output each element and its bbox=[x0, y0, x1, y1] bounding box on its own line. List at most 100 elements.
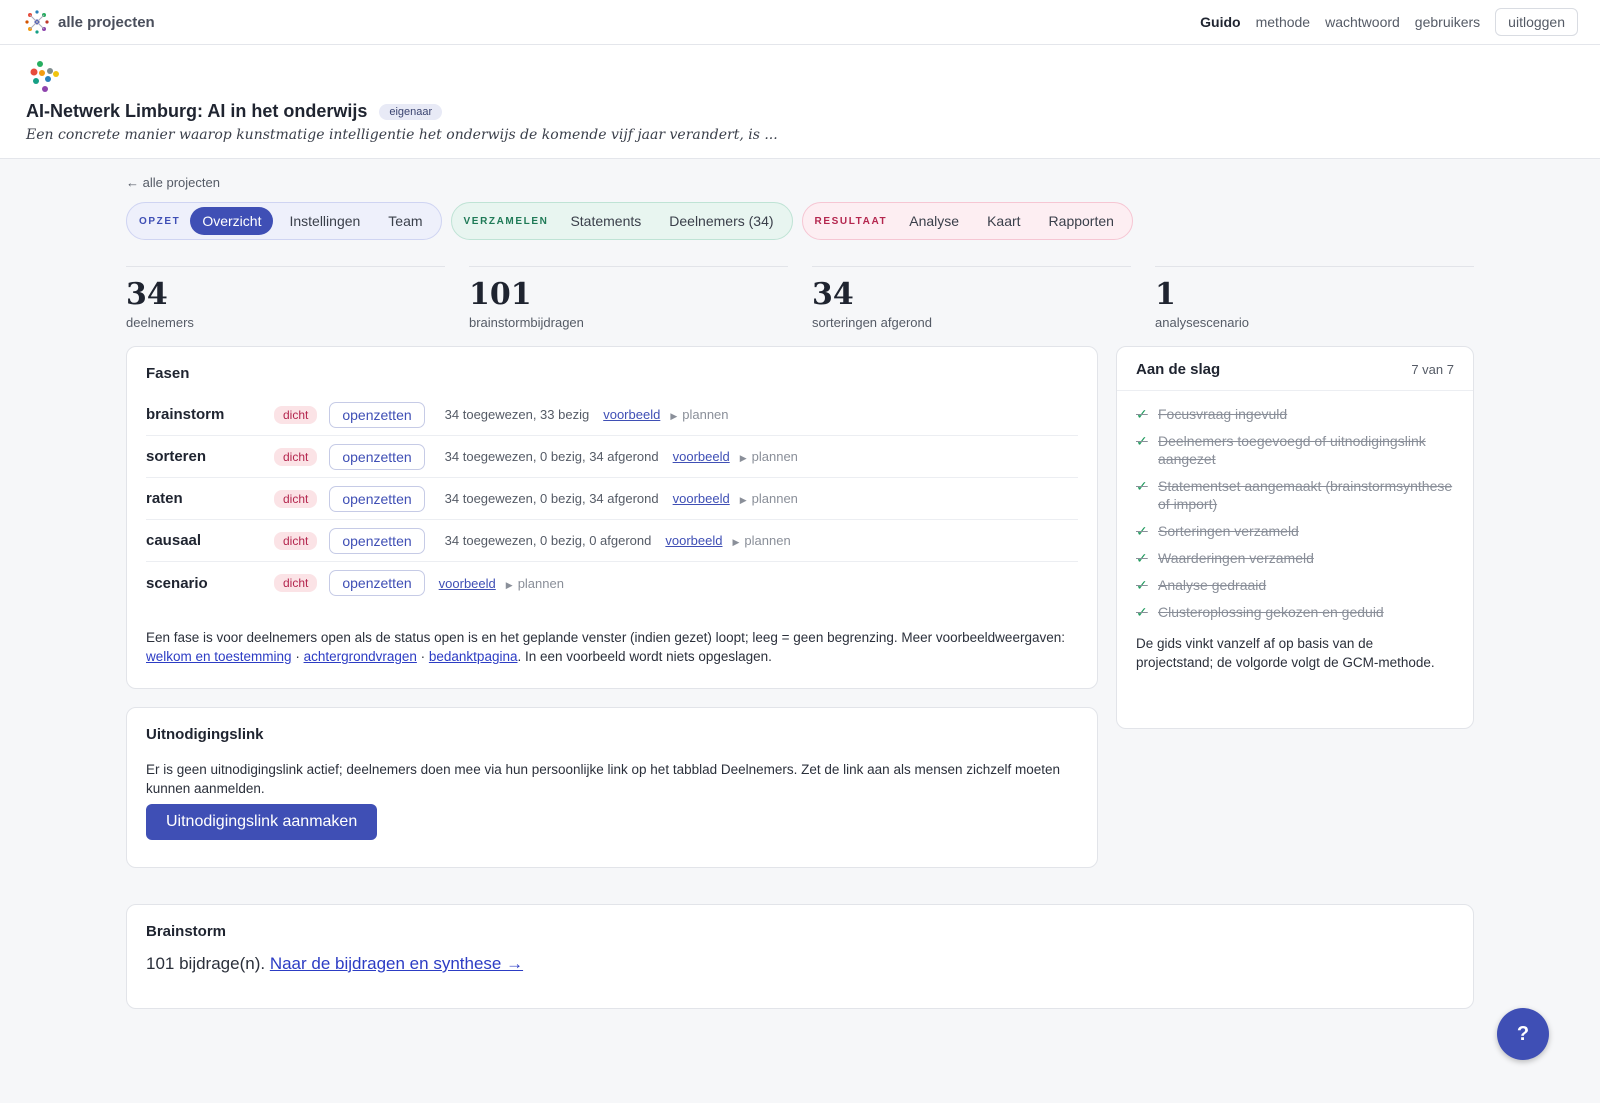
logout-button[interactable]: uitloggen bbox=[1495, 8, 1578, 36]
preview-link[interactable]: voorbeeld bbox=[603, 407, 660, 422]
note-text: . In een voorbeeld wordt niets opgeslage… bbox=[517, 649, 772, 664]
checklist-item-label: Analyse gedraaid bbox=[1158, 577, 1267, 593]
checklist-item: ✓ Deelnemers toegevoegd of uitnodigingsli… bbox=[1136, 432, 1454, 468]
phase-status: 34 toegewezen, 0 bezig, 34 afgerond bbox=[444, 449, 659, 464]
status-badge: dicht bbox=[274, 574, 318, 592]
check-icon: ✓ bbox=[1136, 604, 1148, 620]
plan-toggle[interactable]: ▶ plannen bbox=[740, 491, 798, 506]
triangle-right-icon: ▶ bbox=[739, 453, 747, 463]
tab-analyse[interactable]: Analyse bbox=[897, 207, 971, 235]
checklist-item-label: Statementset aangemaakt (brainstormsynth… bbox=[1158, 478, 1453, 512]
aan-de-slag-card: Aan de slag 7 van 7 ✓ Focusvraag ingevuld… bbox=[1116, 346, 1474, 729]
plan-label: plannen bbox=[751, 491, 798, 506]
checklist-item-label: Focusvraag ingevuld bbox=[1158, 406, 1288, 422]
status-badge: dicht bbox=[274, 531, 318, 550]
stat-label: analysescenario bbox=[1155, 315, 1249, 330]
check-icon: ✓ bbox=[1136, 478, 1148, 494]
nav-gebruikers[interactable]: gebruikers bbox=[1415, 14, 1480, 30]
brainstorm-count: 101 bijdrage(n). bbox=[146, 954, 266, 973]
tab-rapporten[interactable]: Rapporten bbox=[1037, 207, 1126, 235]
checklist-item: ✓ Clusteroplossing gekozen en geduid bbox=[1136, 603, 1454, 621]
open-phase-button[interactable]: openzetten bbox=[329, 527, 425, 554]
stat-value: 1 bbox=[1155, 277, 1176, 312]
note-text: Een fase is voor deelnemers open als de … bbox=[146, 630, 1065, 645]
top-nav: Guido methode wachtwoord gebruikers uitl… bbox=[1200, 8, 1578, 36]
tab-overzicht[interactable]: Overzicht bbox=[190, 207, 274, 235]
check-icon: ✓ bbox=[1136, 577, 1148, 593]
help-button[interactable]: ? bbox=[1497, 1008, 1549, 1060]
check-icon: ✓ bbox=[1136, 523, 1148, 539]
preview-link[interactable]: voorbeeld bbox=[673, 449, 730, 464]
phase-status: 34 toegewezen, 33 bezig bbox=[444, 407, 590, 422]
nav-user[interactable]: Guido bbox=[1200, 14, 1240, 30]
checklist-item-label: Deelnemers toegevoegd of uitnodigingslin… bbox=[1158, 433, 1426, 467]
nav-wachtwoord[interactable]: wachtwoord bbox=[1325, 14, 1400, 30]
open-phase-button[interactable]: openzetten bbox=[329, 401, 425, 428]
link-welkom[interactable]: welkom en toestemming bbox=[146, 649, 292, 664]
stat-label: deelnemers bbox=[126, 315, 194, 330]
phase-name: brainstorm bbox=[146, 406, 225, 423]
stat-sorteringen: 34 sorteringen afgerond bbox=[812, 266, 1131, 330]
triangle-right-icon: ▶ bbox=[670, 411, 678, 421]
plan-toggle[interactable]: ▶ plannen bbox=[670, 407, 728, 422]
phase-status: 34 toegewezen, 0 bezig, 34 afgerond bbox=[444, 491, 659, 506]
phase-name: causaal bbox=[146, 532, 202, 549]
plan-toggle[interactable]: ▶ plannen bbox=[740, 449, 798, 464]
stat-value: 34 bbox=[126, 277, 168, 312]
uitnodiging-card: Uitnodigingslink Er is geen uitnodigings… bbox=[126, 707, 1098, 868]
tab-deelnemers[interactable]: Deelnemers (34) bbox=[657, 207, 785, 235]
status-badge: dicht bbox=[274, 405, 318, 424]
progress-count: 7 van 7 bbox=[1411, 362, 1454, 377]
back-link[interactable]: ← alle projecten bbox=[126, 175, 220, 190]
aan-de-slag-header: Aan de slag 7 van 7 bbox=[1117, 347, 1473, 391]
checklist-item-label: Sorteringen verzameld bbox=[1158, 523, 1299, 539]
brainstorm-link[interactable]: Naar de bijdragen en synthese → bbox=[270, 954, 523, 973]
preview-link[interactable]: voorbeeld bbox=[673, 491, 730, 506]
phase-name: scenario bbox=[146, 574, 208, 592]
main-content: ← alle projecten OPZET Overzicht Instell… bbox=[126, 159, 1474, 1009]
fasen-card: Fasen brainstorm dicht openzetten 34 toe… bbox=[126, 346, 1098, 689]
preview-link[interactable]: voorbeeld bbox=[439, 576, 496, 591]
tab-instellingen[interactable]: Instellingen bbox=[277, 207, 372, 235]
phase-row-raten: raten dicht openzetten 34 toegewezen, 0 … bbox=[146, 478, 1078, 520]
tab-team[interactable]: Team bbox=[376, 207, 434, 235]
status-badge: dicht bbox=[274, 489, 318, 508]
plan-label: plannen bbox=[751, 449, 798, 464]
nav-methode[interactable]: methode bbox=[1256, 14, 1310, 30]
tab-kaart[interactable]: Kaart bbox=[975, 207, 1032, 235]
plan-label: plannen bbox=[517, 575, 564, 591]
phase-name: sorteren bbox=[146, 448, 207, 465]
brainstorm-summary: 101 bijdrage(n). Naar de bijdragen en sy… bbox=[146, 954, 1454, 974]
fasen-note: Een fase is voor deelnemers open als de … bbox=[146, 628, 1078, 666]
link-bedanktpagina[interactable]: bedanktpagina bbox=[429, 649, 518, 664]
tabgroup-label: OPZET bbox=[139, 215, 181, 227]
stat-analysescenario: 1 analysescenario bbox=[1155, 266, 1474, 330]
open-phase-button[interactable]: openzetten bbox=[329, 570, 425, 596]
preview-link[interactable]: voorbeeld bbox=[665, 533, 722, 548]
aan-de-slag-title: Aan de slag bbox=[1136, 361, 1221, 378]
open-phase-button[interactable]: openzetten bbox=[329, 443, 425, 470]
tabgroup-resultaat: RESULTAAT Analyse Kaart Rapporten bbox=[801, 202, 1133, 240]
brand-link[interactable]: alle projecten bbox=[24, 9, 155, 35]
project-header: AI-Netwerk Limburg: AI in het onderwijs … bbox=[0, 45, 1600, 159]
open-phase-button[interactable]: openzetten bbox=[329, 485, 425, 512]
focus-question: Een concrete manier waarop kunstmatige i… bbox=[26, 127, 778, 143]
plan-toggle[interactable]: ▶ plannen bbox=[506, 576, 564, 591]
tabgroup-verzamelen: VERZAMELEN Statements Deelnemers (34) bbox=[450, 202, 793, 240]
stats-row: 34 deelnemers 101 brainstormbijdragen 34… bbox=[126, 266, 1474, 330]
tabgroup-opzet: OPZET Overzicht Instellingen Team bbox=[126, 202, 442, 240]
note-separator: · bbox=[416, 649, 429, 664]
stat-label: brainstormbijdragen bbox=[469, 315, 584, 330]
triangle-right-icon: ▶ bbox=[732, 537, 740, 547]
phase-list: brainstorm dicht openzetten 34 toegeweze… bbox=[146, 394, 1078, 604]
checklist-item: ✓ Focusvraag ingevuld bbox=[1136, 405, 1454, 423]
brainstorm-card: Brainstorm 101 bijdrage(n). Naar de bijd… bbox=[126, 904, 1474, 1009]
create-invite-link-button[interactable]: Uitnodigingslink aanmaken bbox=[146, 804, 378, 840]
project-logo-icon bbox=[30, 61, 59, 92]
uitnodiging-text: Er is geen uitnodigingslink actief; deel… bbox=[146, 762, 1061, 796]
link-achtergrondvragen[interactable]: achtergrondvragen bbox=[304, 649, 417, 664]
tab-statements[interactable]: Statements bbox=[558, 207, 653, 235]
phase-name: raten bbox=[146, 490, 183, 507]
plan-toggle[interactable]: ▶ plannen bbox=[732, 533, 790, 548]
stat-deelnemers: 34 deelnemers bbox=[126, 266, 445, 330]
